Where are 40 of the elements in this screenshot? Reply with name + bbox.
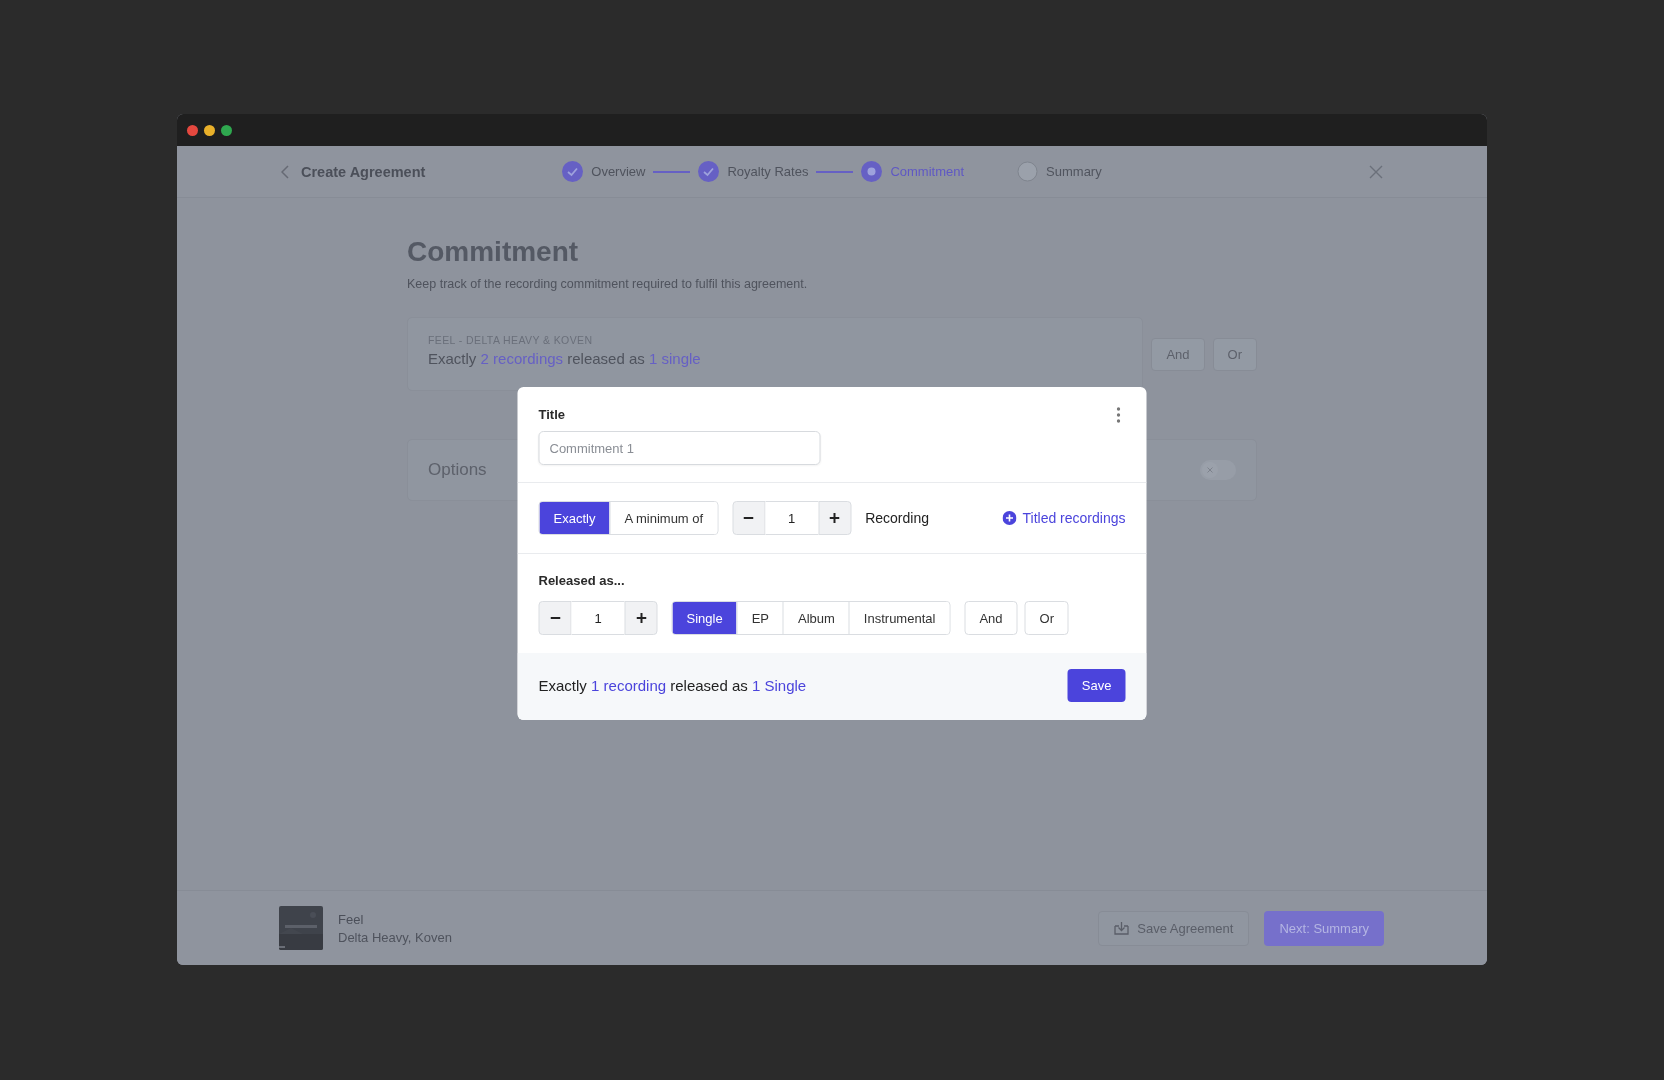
chevron-left-icon [281,164,289,179]
minus-icon [550,617,560,619]
commitment-summary: Exactly 1 recording released as 1 Single [538,677,807,694]
plus-icon [636,613,646,623]
count-field[interactable]: 1 [765,501,819,535]
increment-button[interactable] [624,601,658,635]
window-control-button[interactable] [221,124,232,136]
download-tray-icon [1114,921,1130,935]
increment-button[interactable] [818,501,852,535]
window-control-button[interactable] [204,124,215,136]
count-field[interactable]: 1 [571,601,625,635]
more-vertical-icon [1116,407,1121,423]
section-label: Released as... [538,573,625,589]
field-label: Title [538,407,565,423]
page-title: Commitment [407,235,580,269]
quantifier-option[interactable]: A minimum of [609,502,718,534]
x-icon [1207,467,1213,473]
options-toggle[interactable] [1200,460,1236,480]
window-control-button[interactable] [187,124,198,136]
plus-circle-icon [1002,511,1017,525]
save-button[interactable]: Save [1067,669,1126,702]
page-subtitle: Keep track of the recording commitment required to fulfil this agreement. [407,277,809,291]
release-title: Feel [338,911,365,927]
close-icon [1369,164,1383,179]
plus-icon [829,513,840,523]
step-circle-icon [1017,161,1039,182]
check-circle-icon [562,161,584,182]
more-button[interactable] [1116,407,1121,423]
release-type-option[interactable]: Single [672,602,737,634]
unit-label: Recording [865,510,929,526]
check-circle-icon [698,161,720,182]
current-step-icon [861,161,883,182]
quantifier-option[interactable]: Exactly [539,502,610,534]
minus-icon [743,517,754,519]
release-artists: Delta Heavy, Koven [338,929,452,945]
connector-button[interactable]: And [964,601,1018,635]
title-field[interactable]: Commitment 1 [538,431,821,465]
release-type-option[interactable]: Instrumental [848,602,950,634]
titled-recordings-link[interactable]: Titled recordings [1002,510,1126,526]
connector-button[interactable]: Or [1024,601,1069,635]
